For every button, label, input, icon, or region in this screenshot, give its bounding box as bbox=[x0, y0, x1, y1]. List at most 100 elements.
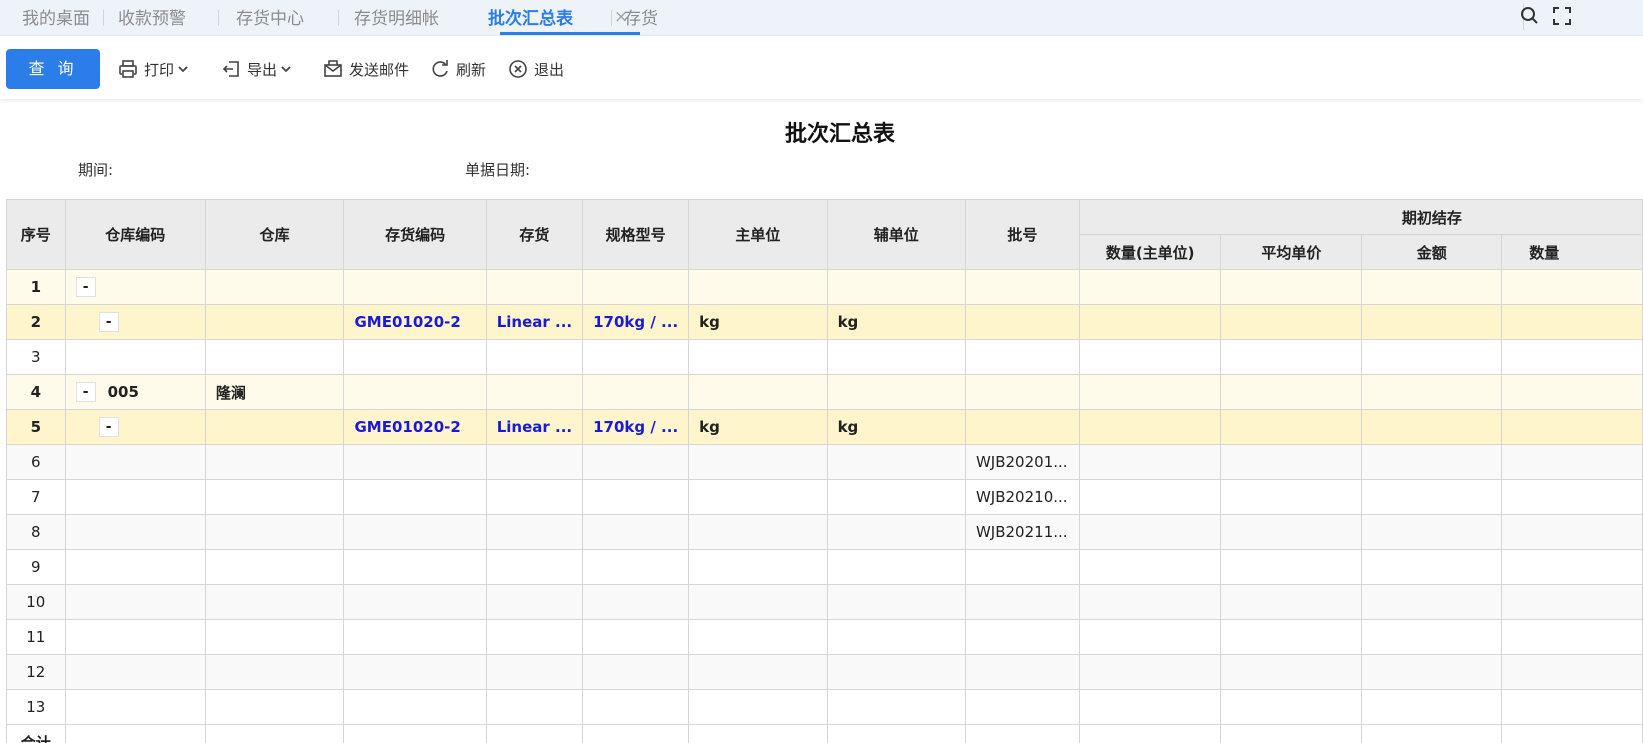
total-cell bbox=[826, 724, 966, 743]
refresh-button[interactable]: 刷新 bbox=[430, 57, 486, 81]
total-cell bbox=[204, 724, 345, 743]
warehouse-code-text: 005 bbox=[107, 383, 139, 401]
search-icon[interactable] bbox=[1520, 6, 1540, 30]
tab-lot-summary[interactable]: 批次汇总表 bbox=[488, 0, 573, 34]
export-button[interactable]: 导出 bbox=[221, 57, 292, 81]
table-row[interactable]: 1- bbox=[6, 269, 1643, 305]
cell-item bbox=[485, 514, 584, 550]
cell-item-code[interactable]: GME01020-2 bbox=[343, 304, 487, 340]
printer-icon bbox=[119, 60, 137, 78]
cell-item[interactable]: Linear ... bbox=[485, 409, 584, 445]
collapse-toggle[interactable]: - bbox=[98, 417, 119, 437]
refresh-label: 刷新 bbox=[456, 60, 487, 79]
cell-avg-price bbox=[1220, 304, 1363, 340]
exit-button[interactable]: 退出 bbox=[508, 57, 564, 81]
table-row[interactable]: 8 WJB20211... bbox=[6, 514, 1643, 550]
header-lot[interactable]: 批号 bbox=[964, 199, 1080, 270]
total-label: 合计 bbox=[6, 724, 66, 743]
table-row[interactable]: 3 bbox=[6, 339, 1643, 375]
tab-receivable-alert[interactable]: 收款预警 bbox=[118, 0, 186, 34]
collapse-toggle[interactable]: - bbox=[75, 277, 96, 297]
table-row[interactable]: 4-005 隆澜 bbox=[6, 374, 1643, 410]
collapse-toggle[interactable]: - bbox=[75, 382, 96, 402]
fullscreen-icon[interactable] bbox=[1552, 6, 1572, 30]
cell-aux-unit bbox=[826, 374, 966, 410]
cell-avg-price bbox=[1220, 339, 1363, 375]
header-amount[interactable]: 金额 bbox=[1361, 234, 1503, 270]
tab-separator bbox=[611, 10, 612, 26]
cell-item[interactable]: Linear ... bbox=[485, 304, 584, 340]
send-email-button[interactable]: 发送邮件 bbox=[323, 57, 409, 81]
cell-warehouse-code bbox=[64, 444, 206, 480]
cell-item-code bbox=[343, 654, 487, 690]
header-main-unit[interactable]: 主单位 bbox=[688, 199, 828, 270]
cell-qty-main bbox=[1078, 654, 1222, 690]
cell-item bbox=[485, 339, 584, 375]
table-row[interactable]: 9 bbox=[6, 549, 1643, 585]
header-warehouse[interactable]: 仓库 bbox=[204, 199, 345, 270]
exit-label: 退出 bbox=[534, 60, 565, 79]
cell-item-code bbox=[343, 374, 487, 410]
cell-item bbox=[485, 689, 584, 725]
cell-item-code[interactable]: GME01020-2 bbox=[343, 409, 487, 445]
header-warehouse-code[interactable]: 仓库编码 bbox=[64, 199, 206, 270]
table-row[interactable]: 13 bbox=[6, 689, 1643, 725]
header-qty-main[interactable]: 数量(主单位) bbox=[1078, 234, 1222, 270]
cell-item-code bbox=[343, 549, 487, 585]
header-avg-price[interactable]: 平均单价 bbox=[1220, 234, 1363, 270]
cell-avg-price bbox=[1220, 409, 1363, 445]
total-cell bbox=[1220, 724, 1363, 743]
cell-qty-aux bbox=[1501, 514, 1643, 550]
row-seq: 10 bbox=[6, 584, 66, 620]
tab-inventory[interactable]: 存货 bbox=[624, 0, 658, 34]
cell-spec bbox=[582, 479, 690, 515]
cell-spec bbox=[582, 619, 690, 655]
exit-icon bbox=[509, 60, 527, 78]
table-row[interactable]: 2- GME01020-2 Linear ... 170kg / ... kg kg bbox=[6, 304, 1643, 340]
table-row[interactable]: 7 WJB20210... bbox=[6, 479, 1643, 515]
header-item[interactable]: 存货 bbox=[485, 199, 584, 270]
cell-spec[interactable]: 170kg / ... bbox=[582, 409, 690, 445]
table-row[interactable]: 10 bbox=[6, 584, 1643, 620]
cell-spec bbox=[582, 514, 690, 550]
tab-inventory-ledger[interactable]: 存货明细帐 bbox=[354, 0, 439, 34]
collapse-toggle[interactable]: - bbox=[98, 312, 119, 332]
report-grid: 序号 仓库编码 仓库 存货编码 存货 规格型号 主单位 辅单位 批号 期初结存 … bbox=[6, 199, 1643, 743]
cell-warehouse-code: - bbox=[64, 409, 206, 445]
cell-warehouse bbox=[204, 339, 345, 375]
print-label: 打印 bbox=[144, 60, 175, 79]
cell-item bbox=[485, 654, 584, 690]
cell-qty-main bbox=[1078, 514, 1222, 550]
cell-spec[interactable]: 170kg / ... bbox=[582, 304, 690, 340]
total-cell bbox=[485, 724, 584, 743]
table-row[interactable]: 6 WJB20201... bbox=[6, 444, 1643, 480]
document-date-label: 单据日期: bbox=[465, 161, 531, 179]
cell-warehouse-code bbox=[64, 479, 206, 515]
header-qty-aux[interactable]: 数量 bbox=[1501, 234, 1643, 270]
print-button[interactable]: 打印 bbox=[118, 57, 189, 81]
cell-aux-unit: kg bbox=[826, 304, 966, 340]
table-row[interactable]: 12 bbox=[6, 654, 1643, 690]
header-seq[interactable]: 序号 bbox=[6, 199, 66, 270]
toolbar: 查 询 打印 导出 发送邮件 刷新 退出 bbox=[0, 37, 1643, 99]
cell-avg-price bbox=[1220, 549, 1363, 585]
table-row[interactable]: 11 bbox=[6, 619, 1643, 655]
table-row[interactable]: 5- GME01020-2 Linear ... 170kg / ... kg kg bbox=[6, 409, 1643, 445]
cell-avg-price bbox=[1220, 654, 1363, 690]
cell-item-code bbox=[343, 619, 487, 655]
header-spec[interactable]: 规格型号 bbox=[582, 199, 690, 270]
cell-qty-aux bbox=[1501, 374, 1643, 410]
cell-lot bbox=[964, 304, 1080, 340]
query-button[interactable]: 查 询 bbox=[6, 49, 100, 89]
cell-qty-aux bbox=[1501, 549, 1643, 585]
tab-inventory-center[interactable]: 存货中心 bbox=[236, 0, 304, 34]
cell-lot: WJB20211... bbox=[964, 514, 1080, 550]
cell-qty-main bbox=[1078, 304, 1222, 340]
header-item-code[interactable]: 存货编码 bbox=[343, 199, 487, 270]
cell-qty-aux bbox=[1501, 479, 1643, 515]
tab-my-desktop[interactable]: 我的桌面 bbox=[22, 0, 90, 34]
export-icon bbox=[222, 61, 239, 77]
header-aux-unit[interactable]: 辅单位 bbox=[826, 199, 966, 270]
cell-avg-price bbox=[1220, 514, 1363, 550]
total-cell bbox=[582, 724, 690, 743]
